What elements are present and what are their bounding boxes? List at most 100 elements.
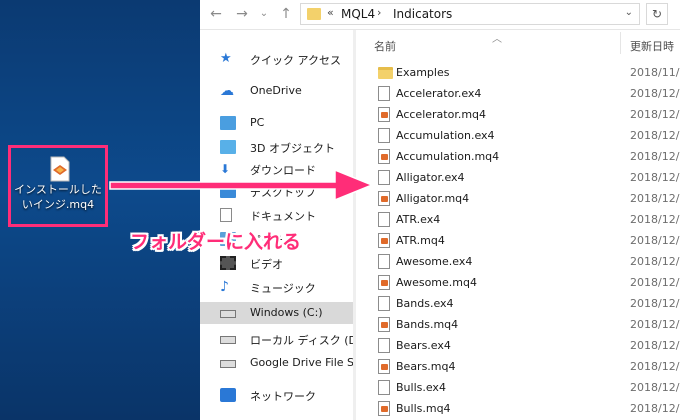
file-name: Bands.ex4 — [396, 297, 454, 310]
breadcrumb-separator-icon[interactable]: › — [377, 6, 381, 19]
file-row[interactable]: Accumulation.mq4 2018/12/ — [360, 146, 680, 167]
file-name: Accelerator.mq4 — [396, 108, 487, 121]
file-row[interactable]: Accelerator.mq4 2018/12/ — [360, 104, 680, 125]
file-row[interactable]: Bulls.ex4 2018/12/ — [360, 377, 680, 398]
file-row[interactable]: ATR.mq4 2018/12/ — [360, 230, 680, 251]
mq4-file-icon — [378, 233, 390, 248]
column-header: 名前 ︿ 更新日時 — [360, 30, 680, 56]
file-row[interactable]: Accumulation.ex4 2018/12/ — [360, 125, 680, 146]
file-name: Awesome.mq4 — [396, 276, 477, 289]
file-date: 2018/12/ — [630, 171, 680, 184]
drive-icon — [220, 336, 236, 344]
file-row[interactable]: ATR.ex4 2018/12/ — [360, 209, 680, 230]
sort-up-icon: ︿ — [492, 34, 502, 45]
file-date: 2018/12/ — [630, 381, 680, 394]
nav-item[interactable]: ビデオ — [200, 252, 353, 274]
back-arrow-icon[interactable]: ← — [206, 4, 226, 24]
nav-item-label: デスクトップ — [250, 186, 316, 199]
column-name-header[interactable]: 名前 — [374, 38, 396, 54]
file-row[interactable]: Accelerator.ex4 2018/12/ — [360, 83, 680, 104]
drive-icon — [220, 310, 236, 318]
nav-item-label: Google Drive File St — [250, 356, 353, 369]
mq4-file-icon — [378, 401, 390, 416]
file-date: 2018/12/ — [630, 255, 680, 268]
file-name: Bears.ex4 — [396, 339, 451, 352]
ex4-file-icon — [378, 86, 390, 101]
file-row[interactable]: Examples 2018/11/ — [360, 62, 680, 83]
up-arrow-icon[interactable]: ↑ — [276, 4, 296, 24]
file-date: 2018/12/ — [630, 297, 680, 310]
column-separator[interactable] — [620, 32, 621, 54]
document-icon — [220, 208, 232, 222]
file-name: Alligator.ex4 — [396, 171, 465, 184]
file-date: 2018/11/ — [630, 66, 680, 79]
refresh-button[interactable]: ↻ — [646, 3, 668, 25]
mq4-file-icon — [378, 149, 390, 164]
file-name: Bulls.mq4 — [396, 402, 451, 415]
file-date: 2018/12/ — [630, 87, 680, 100]
nav-item[interactable]: Google Drive File St — [200, 352, 353, 374]
desktop: インストールしたいインジ.mq4 — [0, 0, 200, 420]
breadcrumb-indicators[interactable]: Indicators — [393, 7, 452, 21]
address-dropdown-icon[interactable]: ⌄ — [625, 7, 633, 18]
drive-icon — [220, 360, 236, 368]
nav-item-label: ローカル ディスク (D:) — [250, 334, 353, 347]
file-row[interactable]: Awesome.mq4 2018/12/ — [360, 272, 680, 293]
nav-item[interactable]: ⬇ ダウンロード — [200, 158, 353, 180]
address-bar[interactable]: « MQL4 › Indicators ⌄ — [300, 3, 640, 25]
nav-item[interactable]: ローカル ディスク (D:) — [200, 328, 353, 350]
recent-chevron-down-icon[interactable]: ⌄ — [254, 4, 274, 24]
file-row[interactable]: Bands.mq4 2018/12/ — [360, 314, 680, 335]
nav-item[interactable]: ネットワーク — [200, 384, 353, 406]
mq4-file-icon — [378, 359, 390, 374]
file-name: ATR.ex4 — [396, 213, 441, 226]
ex4-file-icon — [378, 338, 390, 353]
forward-arrow-icon[interactable]: → — [232, 4, 252, 24]
nav-item[interactable]: 3D オブジェクト — [200, 136, 353, 158]
file-row[interactable]: Awesome.ex4 2018/12/ — [360, 251, 680, 272]
nav-item-label: OneDrive — [250, 84, 302, 97]
cube-icon — [220, 140, 236, 154]
file-row[interactable]: Alligator.mq4 2018/12/ — [360, 188, 680, 209]
file-date: 2018/12/ — [630, 402, 680, 415]
file-date: 2018/12/ — [630, 192, 680, 205]
mq4-file-icon — [378, 107, 390, 122]
file-date: 2018/12/ — [630, 150, 680, 163]
star-icon: ★ — [220, 51, 232, 66]
nav-item[interactable]: デスクトップ — [200, 180, 353, 202]
mq4-file-icon — [378, 275, 390, 290]
nav-item[interactable]: ☁ OneDrive — [200, 80, 353, 102]
address-overflow[interactable]: « — [327, 6, 334, 19]
file-date: 2018/12/ — [630, 276, 680, 289]
navigation-pane: ★ クイック アクセス ☁ OneDrive PC 3D オブジェクト ⬇ ダウンロードデスク… — [200, 30, 353, 420]
mq4-file-icon — [378, 191, 390, 206]
column-date-header[interactable]: 更新日時 — [630, 38, 674, 54]
nav-item[interactable]: Windows (C:) — [200, 302, 353, 324]
file-name: Accelerator.ex4 — [396, 87, 482, 100]
breadcrumb-mql4[interactable]: MQL4 — [341, 7, 375, 21]
file-date: 2018/12/ — [630, 234, 680, 247]
nav-item-label: ミュージック — [250, 282, 316, 295]
nav-pane-scrollbar[interactable] — [353, 30, 356, 420]
file-date: 2018/12/ — [630, 213, 680, 226]
desktop-file-highlight[interactable]: インストールしたいインジ.mq4 — [8, 145, 108, 227]
nav-item[interactable]: ★ クイック アクセス — [200, 48, 353, 70]
nav-item-label: Windows (C:) — [250, 306, 323, 319]
file-row[interactable]: Bulls.mq4 2018/12/ — [360, 398, 680, 419]
ex4-file-icon — [378, 296, 390, 311]
nav-item[interactable]: PC — [200, 112, 353, 134]
folder-icon — [307, 8, 321, 20]
file-row[interactable]: Bears.mq4 2018/12/ — [360, 356, 680, 377]
file-list: 名前 ︿ 更新日時 Examples 2018/11/Accelerator.ex… — [360, 30, 680, 420]
file-row[interactable]: Alligator.ex4 2018/12/ — [360, 167, 680, 188]
ex4-file-icon — [378, 170, 390, 185]
nav-item-label: ネットワーク — [250, 390, 316, 403]
file-name: Alligator.mq4 — [396, 192, 470, 205]
nav-item[interactable]: ドキュメント — [200, 204, 353, 226]
file-date: 2018/12/ — [630, 129, 680, 142]
file-explorer-window: ← → ⌄ ↑ « MQL4 › Indicators ⌄ ↻ ★ クイック アク… — [200, 0, 680, 420]
file-row[interactable]: Bears.ex4 2018/12/ — [360, 335, 680, 356]
file-row[interactable]: Bands.ex4 2018/12/ — [360, 293, 680, 314]
nav-item[interactable]: ♪ ミュージック — [200, 276, 353, 298]
file-date: 2018/12/ — [630, 360, 680, 373]
